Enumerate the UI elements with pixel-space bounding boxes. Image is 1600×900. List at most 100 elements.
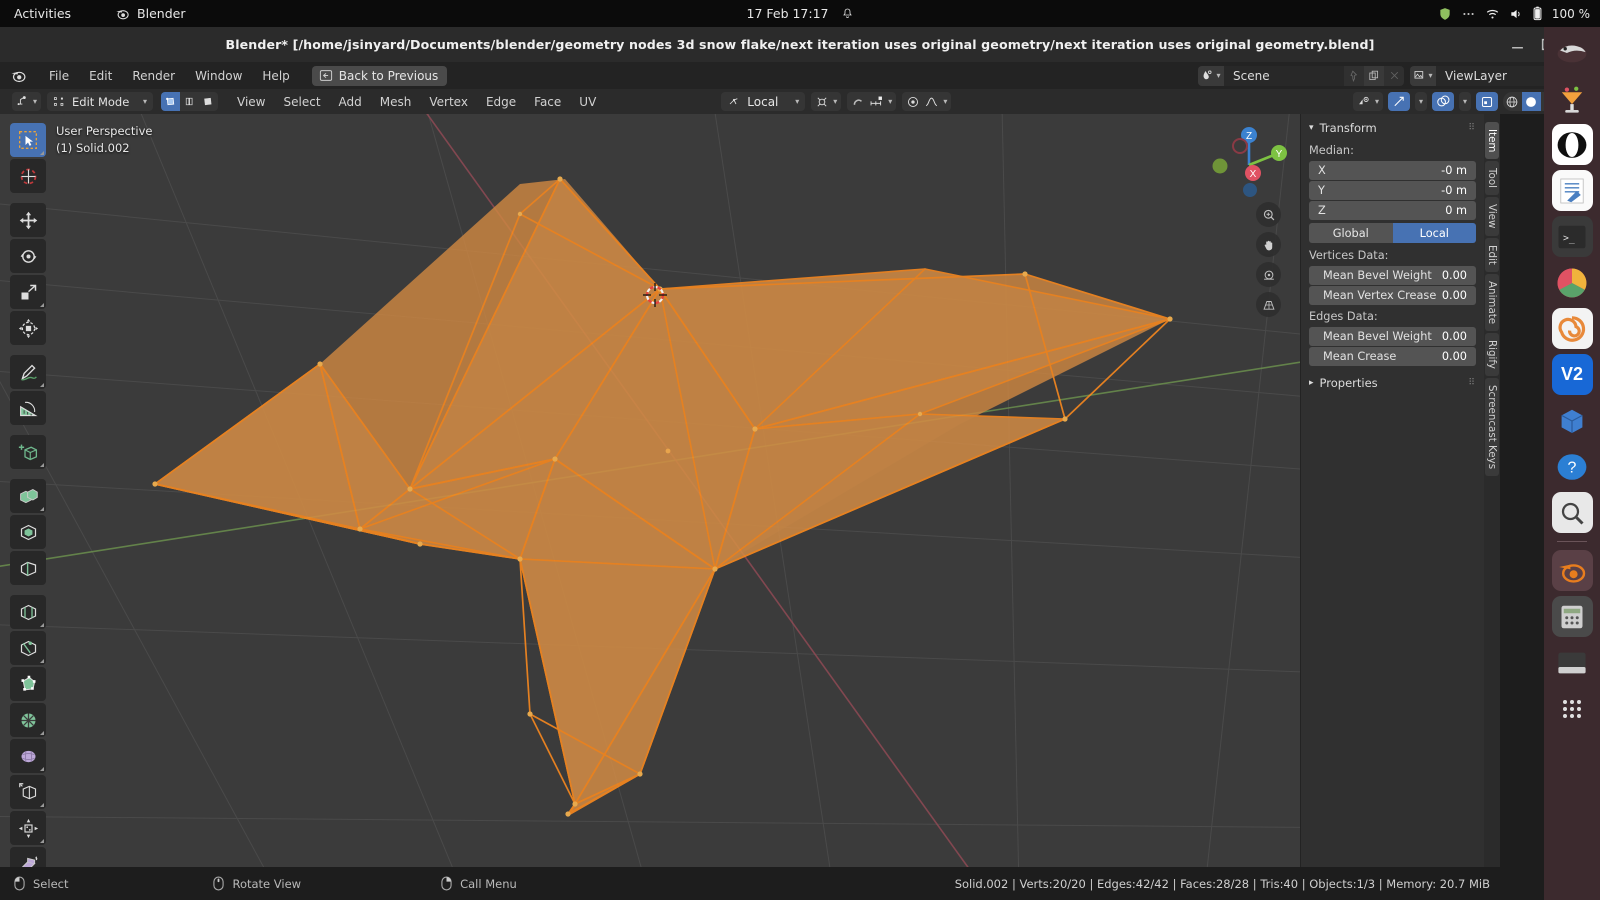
system-tray[interactable]: 100 % (1438, 6, 1590, 21)
sidebar-tab-item[interactable]: Item (1485, 122, 1499, 160)
back-to-previous-button[interactable]: Back to Previous (311, 65, 448, 86)
sidebar-tab-edit[interactable]: Edit (1485, 237, 1499, 272)
transform-orientation-selector[interactable]: Local ▾ (721, 92, 806, 111)
shading-wireframe-button[interactable] (1502, 92, 1522, 111)
active-app-indicator[interactable]: Blender (115, 6, 185, 21)
search-icon[interactable] (1551, 492, 1593, 533)
mean-crease-field[interactable]: Mean Crease 0.00 (1309, 347, 1476, 366)
tool-spin[interactable] (10, 703, 46, 737)
global-space-button[interactable]: Global (1309, 223, 1393, 243)
edge-mean-bevel-weight-field[interactable]: Mean Bevel Weight 0.00 (1309, 327, 1476, 346)
tool-cursor[interactable] (10, 159, 46, 193)
sidebar-tab-rigify[interactable]: Rigify (1485, 333, 1499, 376)
face-select-button[interactable] (199, 92, 219, 111)
delete-scene-button[interactable] (1384, 66, 1404, 86)
vp-menu-uv[interactable]: UV (570, 93, 605, 111)
ortho-grid-icon[interactable] (1256, 292, 1281, 317)
tool-add-cube[interactable] (10, 435, 46, 469)
sidebar-tab-screencast-keys[interactable]: Screencast Keys (1485, 377, 1499, 477)
sidebar-tab-tool[interactable]: Tool (1485, 161, 1499, 196)
tool-bevel[interactable] (10, 551, 46, 585)
tool-transform[interactable] (10, 311, 46, 345)
gizmo-x-negative[interactable] (1232, 138, 1248, 154)
blender-icon[interactable] (10, 67, 27, 84)
terminal-icon[interactable]: >_ (1551, 216, 1593, 257)
calculator-icon[interactable] (1551, 596, 1593, 637)
tool-tweak-select-box[interactable] (10, 123, 46, 157)
tool-shear[interactable] (10, 847, 46, 867)
menu-render[interactable]: Render (122, 66, 185, 86)
tool-smooth[interactable] (10, 739, 46, 773)
xray-toggle[interactable] (1475, 92, 1498, 111)
panel-drag-dots[interactable]: ⠿ (1468, 379, 1476, 388)
new-scene-button[interactable] (1364, 65, 1384, 86)
overlays-dropdown[interactable]: ▾ (1458, 92, 1471, 111)
gizmo-toggle[interactable] (1387, 92, 1410, 111)
zoom-icon[interactable] (1256, 202, 1281, 227)
scene-name[interactable]: Scene (1224, 65, 1344, 86)
activities-button[interactable]: Activities (14, 6, 71, 21)
3d-viewport[interactable]: User Perspective (1) Solid.002 Z Y X (0, 114, 1484, 867)
gizmo-dropdown[interactable]: ▾ (1414, 92, 1427, 111)
gizmo-y-negative[interactable] (1212, 158, 1228, 174)
vertex-mean-bevel-weight-field[interactable]: Mean Bevel Weight 0.00 (1309, 266, 1476, 285)
properties-panel-header[interactable]: ▸ Properties ⠿ (1301, 367, 1484, 395)
show-apps-icon[interactable] (1552, 688, 1593, 729)
vp-menu-vertex[interactable]: Vertex (420, 93, 477, 111)
median-z-field[interactable]: Z 0 m (1309, 201, 1476, 220)
dark-app-icon[interactable] (1552, 642, 1593, 683)
minimize-button[interactable] (1511, 38, 1524, 51)
vp-menu-edge[interactable]: Edge (477, 93, 525, 111)
tool-shrink-fatten[interactable] (10, 811, 46, 845)
menu-window[interactable]: Window (185, 66, 252, 86)
tool-scale[interactable] (10, 275, 46, 309)
blue-box-icon[interactable] (1552, 400, 1593, 441)
tool-measure[interactable] (10, 391, 46, 425)
interaction-mode-selector[interactable]: Edit Mode ▾ (47, 92, 154, 111)
vp-menu-face[interactable]: Face (525, 93, 570, 111)
edge-select-button[interactable] (180, 92, 200, 111)
median-x-field[interactable]: X -0 m (1309, 161, 1476, 180)
firefox-icon[interactable] (1552, 32, 1593, 73)
color-wheel-icon[interactable] (1552, 262, 1593, 303)
vlc-icon[interactable]: V2 (1551, 354, 1593, 395)
panel-drag-dots[interactable]: ⠿ (1468, 124, 1476, 133)
sidebar-tab-animate[interactable]: Animate (1485, 273, 1499, 331)
visibility-selector[interactable]: ▾ (1352, 92, 1383, 111)
vp-menu-mesh[interactable]: Mesh (371, 93, 421, 111)
median-y-field[interactable]: Y -0 m (1309, 181, 1476, 200)
sidebar-tab-view[interactable]: View (1485, 197, 1499, 236)
spiral-icon[interactable] (1551, 308, 1593, 349)
pan-hand-icon[interactable] (1256, 232, 1281, 257)
vp-menu-view[interactable]: View (228, 93, 274, 111)
tool-poly-build[interactable] (10, 667, 46, 701)
vertex-select-button[interactable] (161, 92, 181, 111)
navigation-gizmo[interactable]: Z Y X (1209, 120, 1289, 200)
menu-help[interactable]: Help (252, 66, 299, 86)
snapping-group[interactable]: ▾ (847, 92, 897, 111)
vp-menu-select[interactable]: Select (275, 93, 330, 111)
tool-loop-cut[interactable] (10, 595, 46, 629)
overlays-toggle[interactable] (1431, 92, 1454, 111)
tool-inset-faces[interactable] (10, 515, 46, 549)
blender-icon[interactable] (1551, 550, 1593, 591)
camera-icon[interactable] (1256, 262, 1281, 287)
clock[interactable]: 17 Feb 17:17 (746, 6, 853, 21)
help-icon[interactable]: ? (1552, 446, 1593, 487)
tool-extrude-region[interactable] (10, 479, 46, 513)
local-space-button[interactable]: Local (1392, 223, 1476, 243)
editor-type-selector[interactable]: ▾ (12, 92, 42, 111)
food-icon[interactable] (1552, 78, 1593, 119)
transform-panel-header[interactable]: ▾ Transform ⠿ (1301, 114, 1484, 140)
pin-icon[interactable] (1344, 66, 1364, 86)
menu-file[interactable]: File (39, 66, 79, 86)
tool-rotate[interactable] (10, 239, 46, 273)
tool-edge-slide[interactable] (10, 775, 46, 809)
menu-edit[interactable]: Edit (79, 66, 122, 86)
pivot-point-selector[interactable]: ▾ (811, 92, 842, 111)
tool-annotate[interactable] (10, 355, 46, 389)
mean-vertex-crease-field[interactable]: Mean Vertex Crease 0.00 (1309, 286, 1476, 305)
gizmo-z-negative[interactable] (1243, 183, 1257, 197)
vp-menu-add[interactable]: Add (330, 93, 371, 111)
tool-knife[interactable] (10, 631, 46, 665)
